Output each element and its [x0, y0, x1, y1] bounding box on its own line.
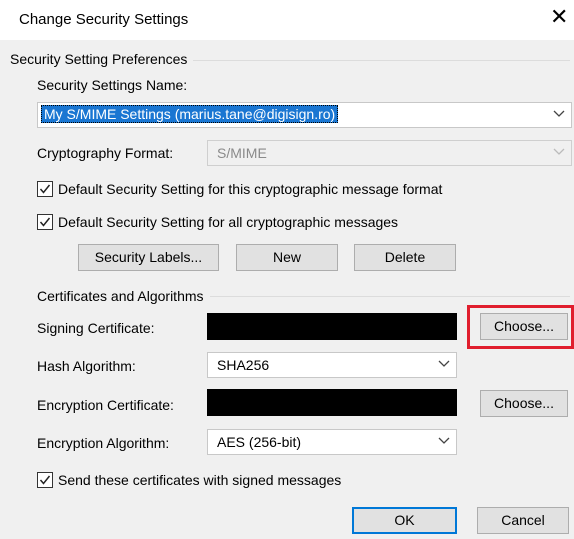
preferences-group-title: Security Setting Preferences	[10, 51, 194, 67]
default-format-label: Default Security Setting for this crypto…	[58, 181, 443, 197]
encryption-algorithm-value: AES (256-bit)	[217, 434, 302, 450]
cancel-button[interactable]: Cancel	[477, 507, 569, 534]
default-all-checkbox[interactable]	[37, 214, 53, 230]
cryptography-format-label: Cryptography Format:	[37, 145, 174, 161]
checkmark-icon	[39, 475, 51, 485]
checkmark-icon	[39, 184, 51, 194]
security-settings-name-value: My S/MIME Settings (marius.tane@digisign…	[41, 105, 339, 123]
signing-certificate-field-redacted	[207, 313, 457, 340]
cryptography-format-value: S/MIME	[217, 145, 267, 161]
encryption-certificate-label: Encryption Certificate:	[37, 397, 174, 413]
send-certificates-checkbox[interactable]	[37, 472, 53, 488]
encryption-algorithm-label: Encryption Algorithm:	[37, 435, 170, 451]
close-icon[interactable]: ✕	[550, 6, 568, 28]
highlight-box	[467, 305, 574, 349]
ok-button[interactable]: OK	[352, 507, 457, 534]
chevron-down-icon	[438, 360, 450, 367]
dialog-body: Security Setting Preferences Security Se…	[0, 40, 574, 539]
encryption-certificate-field-redacted	[207, 389, 457, 416]
hash-algorithm-label: Hash Algorithm:	[37, 358, 136, 374]
cryptography-format-dropdown[interactable]: S/MIME	[207, 140, 572, 166]
security-labels-button[interactable]: Security Labels...	[78, 244, 219, 271]
checkmark-icon	[39, 217, 51, 227]
delete-button[interactable]: Delete	[354, 244, 456, 271]
encryption-choose-button[interactable]: Choose...	[480, 390, 568, 417]
hash-algorithm-value: SHA256	[217, 357, 270, 373]
security-settings-name-label: Security Settings Name:	[37, 77, 188, 93]
encryption-algorithm-dropdown[interactable]: AES (256-bit)	[207, 429, 457, 455]
window-title: Change Security Settings	[19, 11, 189, 28]
chevron-down-icon	[553, 148, 565, 155]
signing-certificate-label: Signing Certificate:	[37, 320, 155, 336]
title-bar: Change Security Settings ✕	[0, 0, 574, 40]
hash-algorithm-dropdown[interactable]: SHA256	[207, 352, 457, 378]
certificates-group-title: Certificates and Algorithms	[37, 288, 210, 304]
chevron-down-icon	[438, 437, 450, 444]
default-format-checkbox[interactable]	[37, 181, 53, 197]
default-all-label: Default Security Setting for all cryptog…	[58, 214, 399, 230]
send-certificates-label: Send these certificates with signed mess…	[58, 472, 342, 488]
chevron-down-icon	[553, 110, 565, 117]
new-button[interactable]: New	[236, 244, 338, 271]
security-settings-name-dropdown[interactable]: My S/MIME Settings (marius.tane@digisign…	[37, 102, 572, 128]
